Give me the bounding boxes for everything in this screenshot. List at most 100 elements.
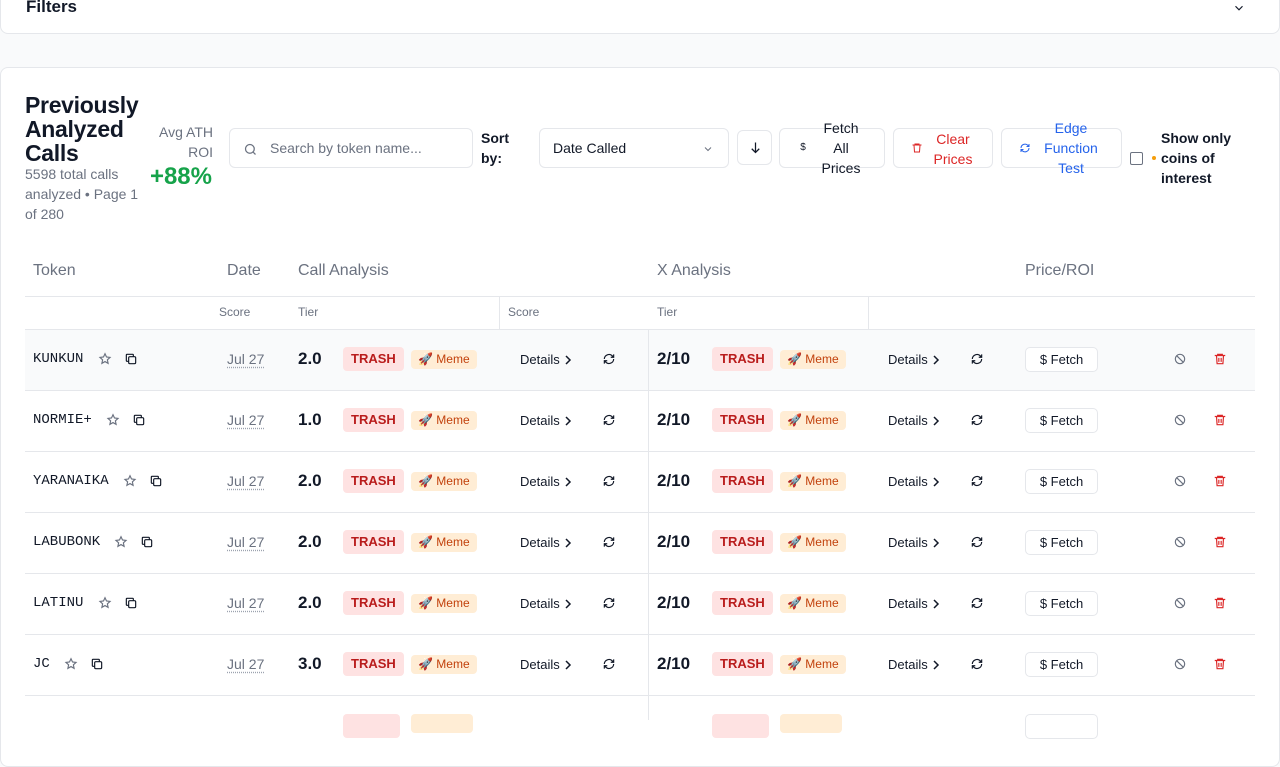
trash-icon[interactable]: [1213, 413, 1227, 427]
refresh-icon[interactable]: [602, 657, 616, 671]
call-details-button[interactable]: Details: [520, 474, 572, 489]
x-tier-badge: TRASH: [712, 591, 773, 615]
clear-prices-button[interactable]: Clear Prices: [893, 128, 993, 168]
table-row[interactable]: YARANAIKA Jul 27 2.0 TRASH 🚀 Meme Details 2/10…: [25, 452, 1255, 513]
token-name: JC: [33, 656, 50, 672]
fetch-price-button[interactable]: $ Fetch: [1025, 530, 1098, 555]
chevron-right-icon: [560, 474, 572, 489]
star-icon[interactable]: [106, 413, 120, 427]
tier-badge: TRASH: [343, 652, 404, 676]
fetch-price-button[interactable]: $ Fetch: [1025, 591, 1098, 616]
copy-icon[interactable]: [149, 474, 163, 488]
fetch-price-button[interactable]: $ Fetch: [1025, 652, 1098, 677]
call-details-button[interactable]: Details: [520, 535, 572, 550]
table-row[interactable]: LATINU Jul 27 2.0 TRASH 🚀 Meme Details 2/10 TRA…: [25, 574, 1255, 635]
dollar-icon: $: [1040, 535, 1047, 550]
copy-icon[interactable]: [124, 596, 138, 610]
call-score: 2.0: [298, 593, 322, 613]
trash-icon[interactable]: [1213, 596, 1227, 610]
trash-icon[interactable]: [1213, 657, 1227, 671]
table-row[interactable]: LABUBONK Jul 27 2.0 TRASH 🚀 Meme Details 2/10 T…: [25, 513, 1255, 574]
star-icon[interactable]: [64, 657, 78, 671]
table-row[interactable]: JC Jul 27 3.0 TRASH 🚀 Meme Details 2/10 TRASH 🚀 …: [25, 635, 1255, 696]
copy-icon[interactable]: [90, 657, 104, 671]
fetch-all-prices-button[interactable]: $ Fetch All Prices: [779, 128, 885, 168]
refresh-icon[interactable]: [970, 657, 984, 671]
call-score: 2.0: [298, 349, 322, 369]
search-icon: [243, 142, 258, 157]
star-icon[interactable]: [98, 596, 112, 610]
x-details-button[interactable]: Details: [888, 413, 940, 428]
x-details-button[interactable]: Details: [888, 474, 940, 489]
edge-function-test-button[interactable]: Edge Function Test: [1001, 128, 1122, 168]
call-details-button[interactable]: Details: [520, 657, 572, 672]
interest-checkbox[interactable]: [1130, 152, 1143, 165]
x-category-label: Meme: [805, 657, 838, 671]
copy-icon[interactable]: [140, 535, 154, 549]
avg-roi-value: +88%: [140, 163, 212, 191]
x-details-button[interactable]: Details: [888, 657, 940, 672]
rocket-icon: 🚀: [418, 535, 436, 549]
chevron-right-icon: [928, 352, 940, 367]
call-details-button[interactable]: Details: [520, 352, 572, 367]
refresh-icon[interactable]: [970, 474, 984, 488]
filters-panel[interactable]: Filters: [0, 0, 1280, 34]
token-name: NORMIE+: [33, 412, 92, 428]
call-details-button[interactable]: Details: [520, 413, 572, 428]
chevron-right-icon: [928, 474, 940, 489]
trash-icon[interactable]: [1213, 474, 1227, 488]
ban-icon[interactable]: [1173, 596, 1187, 610]
x-category-badge: 🚀 Meme: [780, 350, 846, 369]
chevron-right-icon: [928, 413, 940, 428]
sort-select[interactable]: Date Called: [539, 128, 729, 168]
ban-icon[interactable]: [1173, 657, 1187, 671]
sort-direction-button[interactable]: [737, 130, 772, 165]
ban-icon[interactable]: [1173, 352, 1187, 366]
call-details-button[interactable]: Details: [520, 596, 572, 611]
refresh-icon[interactable]: [602, 413, 616, 427]
refresh-icon[interactable]: [602, 352, 616, 366]
fetch-price-button[interactable]: $ Fetch: [1025, 347, 1098, 372]
x-details-button[interactable]: Details: [888, 596, 940, 611]
divider: [499, 297, 500, 329]
refresh-icon[interactable]: [602, 596, 616, 610]
details-label: Details: [520, 596, 560, 611]
trash-icon[interactable]: [1213, 535, 1227, 549]
fetch-price-button[interactable]: [1025, 714, 1098, 739]
fetch-price-button[interactable]: $ Fetch: [1025, 469, 1098, 494]
copy-icon[interactable]: [124, 352, 138, 366]
x-category-label: Meme: [805, 474, 838, 488]
x-score: 2/10: [657, 410, 690, 430]
col-header-price-roi: Price/ROI: [1025, 262, 1094, 282]
dollar-icon: $: [1040, 596, 1047, 611]
copy-icon[interactable]: [132, 413, 146, 427]
table-row[interactable]: NORMIE+ Jul 27 1.0 TRASH 🚀 Meme Details 2/10 TR…: [25, 391, 1255, 452]
ban-icon[interactable]: [1173, 413, 1187, 427]
search-box[interactable]: [229, 128, 473, 168]
refresh-icon[interactable]: [970, 413, 984, 427]
chevron-right-icon: [560, 657, 572, 672]
refresh-icon[interactable]: [970, 596, 984, 610]
category-label: Meme: [436, 352, 469, 366]
fetch-price-button[interactable]: $ Fetch: [1025, 408, 1098, 433]
chevron-down-icon[interactable]: [1232, 1, 1246, 15]
subheader-x-score: Score: [508, 305, 539, 319]
x-details-button[interactable]: Details: [888, 352, 940, 367]
divider: [868, 297, 869, 329]
table-row[interactable]: [25, 696, 1255, 757]
refresh-icon[interactable]: [970, 352, 984, 366]
search-input[interactable]: [270, 138, 465, 158]
refresh-icon[interactable]: [602, 535, 616, 549]
ban-icon[interactable]: [1173, 535, 1187, 549]
star-icon[interactable]: [114, 535, 128, 549]
refresh-icon[interactable]: [970, 535, 984, 549]
refresh-icon: [1019, 142, 1031, 154]
table-row[interactable]: KUNKUN Jul 27 2.0 TRASH 🚀 Meme Details 2/10 TRA…: [25, 330, 1255, 391]
x-details-button[interactable]: Details: [888, 535, 940, 550]
calls-summary: 5598 total calls analyzed • Page 1 of 28…: [25, 164, 145, 224]
star-icon[interactable]: [123, 474, 137, 488]
ban-icon[interactable]: [1173, 474, 1187, 488]
star-icon[interactable]: [98, 352, 112, 366]
refresh-icon[interactable]: [602, 474, 616, 488]
trash-icon[interactable]: [1213, 352, 1227, 366]
